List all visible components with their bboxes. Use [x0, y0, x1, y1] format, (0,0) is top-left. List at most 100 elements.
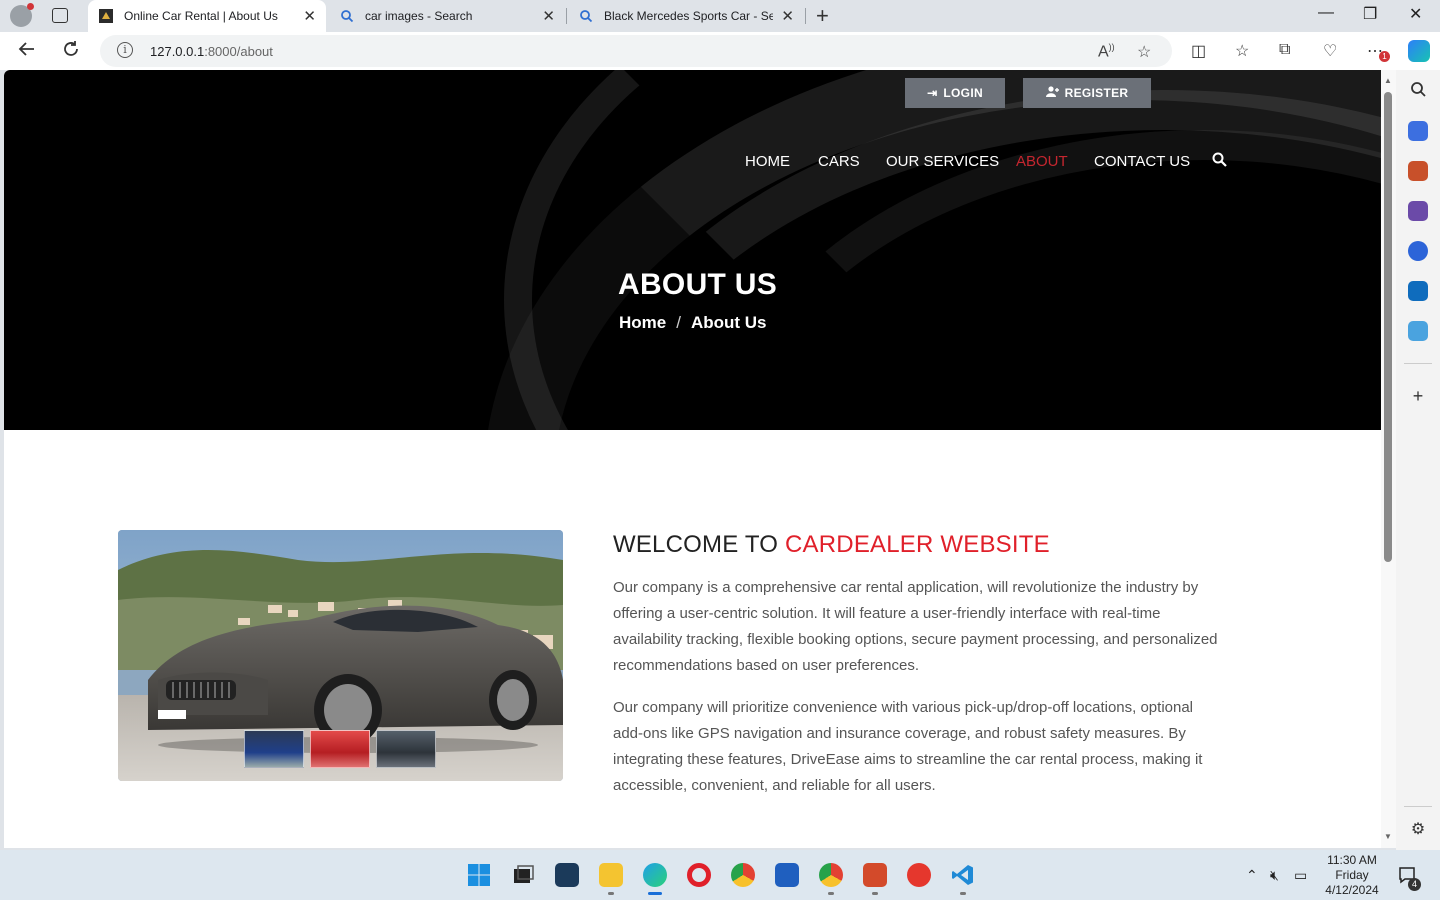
active-indicator [648, 892, 662, 895]
about-heading: WELCOME TO CARDEALER WEBSITE [613, 531, 1050, 558]
browser-tab-about[interactable]: Online Car Rental | About Us ✕ [88, 0, 326, 32]
clock-date: 4/12/2024 [1325, 883, 1379, 897]
address-bar-row: i 127.0.0.1:8000/about A)) ☆ ◫ ☆ ⧉ ♡ ⋯ 1 [0, 32, 1440, 70]
edge-sidebar: + ⚙ [1396, 70, 1440, 850]
login-button[interactable]: ⇥ LOGIN [905, 78, 1005, 108]
tab-actions-icon[interactable] [52, 8, 68, 23]
browser-tab-strip: Online Car Rental | About Us ✕ car image… [0, 0, 1440, 32]
refresh-icon[interactable] [62, 40, 80, 64]
profile-avatar-icon[interactable] [10, 3, 34, 27]
volume-muted-icon[interactable]: 🔇︎ [1270, 867, 1279, 884]
running-indicator [828, 892, 834, 895]
address-bar[interactable]: i 127.0.0.1:8000/about A)) ☆ [100, 35, 1172, 67]
back-arrow-icon[interactable] [18, 40, 36, 64]
split-screen-icon[interactable]: ◫ [1191, 41, 1206, 61]
browser-essentials-icon[interactable]: ♡ [1323, 41, 1337, 61]
notification-count-badge: 4 [1408, 878, 1421, 891]
search-icon[interactable] [1212, 152, 1228, 168]
thumbnail-red-car[interactable] [310, 730, 370, 768]
games-icon[interactable] [1408, 201, 1428, 221]
user-plus-icon [1045, 86, 1059, 100]
wps-office-icon[interactable] [907, 863, 931, 887]
restore-icon[interactable]: ❐ [1363, 4, 1377, 24]
browser-tab-car-images[interactable]: car images - Search ✕ [329, 0, 565, 32]
opera-icon[interactable] [687, 863, 711, 887]
search-favicon-icon [339, 8, 355, 24]
page-viewport: ⇥ LOGIN REGISTER HOME CARS OUR SERVICES … [4, 70, 1381, 848]
sidebar-divider [1404, 806, 1432, 807]
add-icon[interactable]: + [1408, 386, 1428, 406]
site-info-icon[interactable]: i [117, 42, 133, 58]
network-icon[interactable]: ▭ [1294, 867, 1307, 884]
copilot-icon[interactable] [1408, 40, 1430, 62]
close-tab-icon[interactable]: ✕ [781, 7, 794, 25]
system-clock[interactable]: 11:30 AM Friday 4/12/2024 [1322, 853, 1382, 898]
hero-banner: ⇥ LOGIN REGISTER HOME CARS OUR SERVICES … [4, 70, 1381, 430]
read-aloud-icon[interactable]: A)) [1098, 42, 1115, 61]
tab-title: car images - Search [365, 9, 473, 23]
search-icon[interactable] [1408, 81, 1428, 101]
url-text: 127.0.0.1:8000/about [150, 44, 273, 59]
close-tab-icon[interactable]: ✕ [303, 7, 316, 25]
powerpoint-icon[interactable] [863, 863, 887, 887]
collections-icon[interactable]: ⧉ [1279, 41, 1290, 59]
drop-icon[interactable] [1408, 321, 1428, 341]
breadcrumb-current: About Us [690, 313, 767, 332]
close-tab-icon[interactable]: ✕ [542, 7, 555, 25]
minimize-icon[interactable]: — [1318, 4, 1334, 22]
tab-title: Black Mercedes Sports Car - Sear [604, 9, 774, 23]
page-title: ABOUT US [618, 268, 778, 301]
thumbnail-dark-car[interactable] [376, 730, 436, 768]
about-paragraph-2: Our company will prioritize convenience … [613, 699, 1203, 794]
nav-home[interactable]: HOME [745, 153, 790, 170]
nav-contact-us[interactable]: CONTACT US [1094, 153, 1190, 170]
windows-taskbar: ⌃ 🔇︎ ▭ 11:30 AM Friday 4/12/2024 4 [0, 850, 1440, 900]
vscode-icon[interactable] [951, 863, 975, 887]
running-indicator [960, 892, 966, 895]
nav-about[interactable]: ABOUT [1016, 153, 1068, 170]
chrome-profile-icon[interactable] [819, 863, 843, 887]
microsoft-365-icon[interactable] [1408, 241, 1428, 261]
tab-divider [566, 8, 567, 24]
chrome-icon[interactable] [731, 863, 755, 887]
tab-title: Online Car Rental | About Us [124, 9, 278, 23]
new-tab-icon[interactable]: + [816, 3, 829, 29]
nav-our-services[interactable]: OUR SERVICES [886, 153, 999, 170]
breadcrumb-home-link[interactable]: Home [619, 313, 666, 332]
page-scrollbar[interactable]: ▲ ▼ [1381, 70, 1396, 848]
favorites-icon[interactable]: ☆ [1235, 41, 1249, 61]
register-button[interactable]: REGISTER [1023, 78, 1151, 108]
about-paragraph-1: Our company is a comprehensive car renta… [613, 579, 1218, 674]
clock-time: 11:30 AM [1327, 853, 1377, 867]
scrollbar-thumb[interactable] [1384, 92, 1392, 562]
scroll-up-arrow-icon[interactable]: ▲ [1384, 76, 1392, 85]
search-favicon-icon [578, 8, 594, 24]
show-hidden-icons-chevron-icon[interactable]: ⌃ [1246, 867, 1258, 884]
nav-cars[interactable]: CARS [818, 153, 860, 170]
file-explorer-icon[interactable] [599, 863, 623, 887]
tools-icon[interactable] [1408, 161, 1428, 181]
edge-browser-icon[interactable] [643, 863, 667, 887]
browser-tab-mercedes[interactable]: Black Mercedes Sports Car - Sear ✕ [568, 0, 804, 32]
breadcrumb: Home / About Us [619, 313, 767, 333]
thumbnail-blue-car[interactable] [244, 730, 304, 768]
microsoft-store-icon[interactable] [775, 863, 799, 887]
notification-badge: 1 [1379, 51, 1390, 62]
gear-icon[interactable]: ⚙ [1408, 820, 1428, 840]
gallery-thumbnails [244, 730, 436, 768]
car-gallery[interactable] [118, 530, 563, 781]
breadcrumb-separator: / [676, 313, 681, 332]
scroll-down-arrow-icon[interactable]: ▼ [1384, 832, 1392, 841]
task-view-icon[interactable] [511, 863, 535, 887]
shopping-tag-icon[interactable] [1408, 121, 1428, 141]
widgets-icon[interactable] [555, 863, 579, 887]
site-favicon-icon [98, 8, 114, 24]
windows-start-icon[interactable] [467, 863, 491, 887]
running-indicator [872, 892, 878, 895]
clock-day: Friday [1335, 868, 1369, 882]
outlook-icon[interactable] [1408, 281, 1428, 301]
favorite-star-icon[interactable]: ☆ [1137, 42, 1151, 62]
sign-in-icon: ⇥ [927, 86, 938, 100]
tab-divider [805, 8, 806, 24]
close-window-icon[interactable]: ✕ [1409, 4, 1422, 24]
